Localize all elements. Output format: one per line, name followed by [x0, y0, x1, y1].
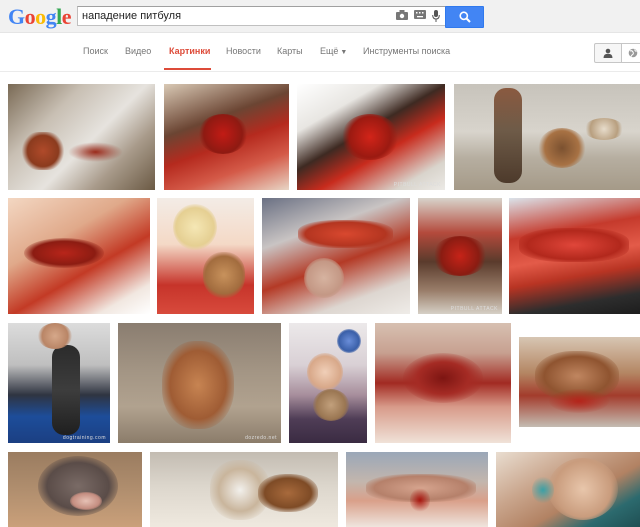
image-result[interactable]	[164, 84, 289, 190]
logo-letter: g	[45, 4, 57, 29]
microphone-icon[interactable]	[430, 10, 442, 22]
logo-letter: o	[35, 4, 46, 29]
camera-icon[interactable]	[396, 10, 408, 22]
image-result[interactable]	[454, 84, 640, 190]
image-watermark: PITBULL ATTACK	[450, 306, 498, 312]
top-header: Google	[0, 0, 640, 33]
tab-images[interactable]: Картинки	[169, 46, 210, 56]
tab-search-tools[interactable]: Инструменты поиска	[363, 46, 450, 56]
image-result[interactable]	[519, 337, 640, 427]
search-icon	[459, 11, 471, 23]
image-result[interactable]: PITBULL ATTACK	[297, 84, 445, 190]
search-input[interactable]	[82, 8, 382, 24]
chevron-down-icon: ▼	[340, 49, 348, 56]
image-watermark: dozredo.net	[245, 435, 277, 441]
personal-results-button[interactable]	[594, 43, 622, 63]
image-result[interactable]	[150, 452, 338, 527]
global-results-button[interactable]	[621, 43, 640, 63]
image-result[interactable]	[496, 452, 640, 527]
logo-letter: G	[8, 4, 25, 29]
search-tabs: Поиск Видео Картинки Новости Карты Ещё ▼ …	[0, 33, 640, 72]
person-icon	[603, 48, 613, 58]
image-watermark: dogtraining.com	[62, 435, 106, 441]
image-result[interactable]	[8, 452, 142, 527]
logo-letter: e	[61, 4, 72, 29]
image-result[interactable]	[289, 323, 367, 443]
tab-news[interactable]: Новости	[226, 46, 261, 56]
tab-more[interactable]: Ещё ▼	[320, 46, 347, 56]
google-logo[interactable]: Google	[8, 4, 72, 30]
tab-search[interactable]: Поиск	[83, 46, 108, 56]
image-result[interactable]	[262, 198, 410, 314]
image-result[interactable]	[375, 323, 511, 443]
image-result[interactable]	[8, 84, 155, 190]
image-watermark: PITBULL ATTACK	[393, 182, 441, 188]
tab-more-label: Ещё	[320, 46, 339, 56]
image-result[interactable]: dozredo.net	[118, 323, 281, 443]
image-result[interactable]: dogtraining.com	[8, 323, 110, 443]
image-result[interactable]: PITBULL ATTACK	[418, 198, 502, 314]
keyboard-icon[interactable]	[414, 10, 426, 22]
tab-video[interactable]: Видео	[125, 46, 151, 56]
globe-icon	[628, 48, 638, 58]
tab-maps[interactable]: Карты	[277, 46, 303, 56]
active-tab-indicator	[164, 68, 211, 70]
image-result[interactable]	[346, 452, 488, 527]
image-result[interactable]	[8, 198, 150, 314]
search-button[interactable]	[445, 6, 484, 28]
image-result[interactable]	[509, 198, 640, 314]
search-box[interactable]	[77, 6, 446, 26]
image-result[interactable]	[157, 198, 254, 314]
logo-letter: o	[24, 4, 36, 29]
